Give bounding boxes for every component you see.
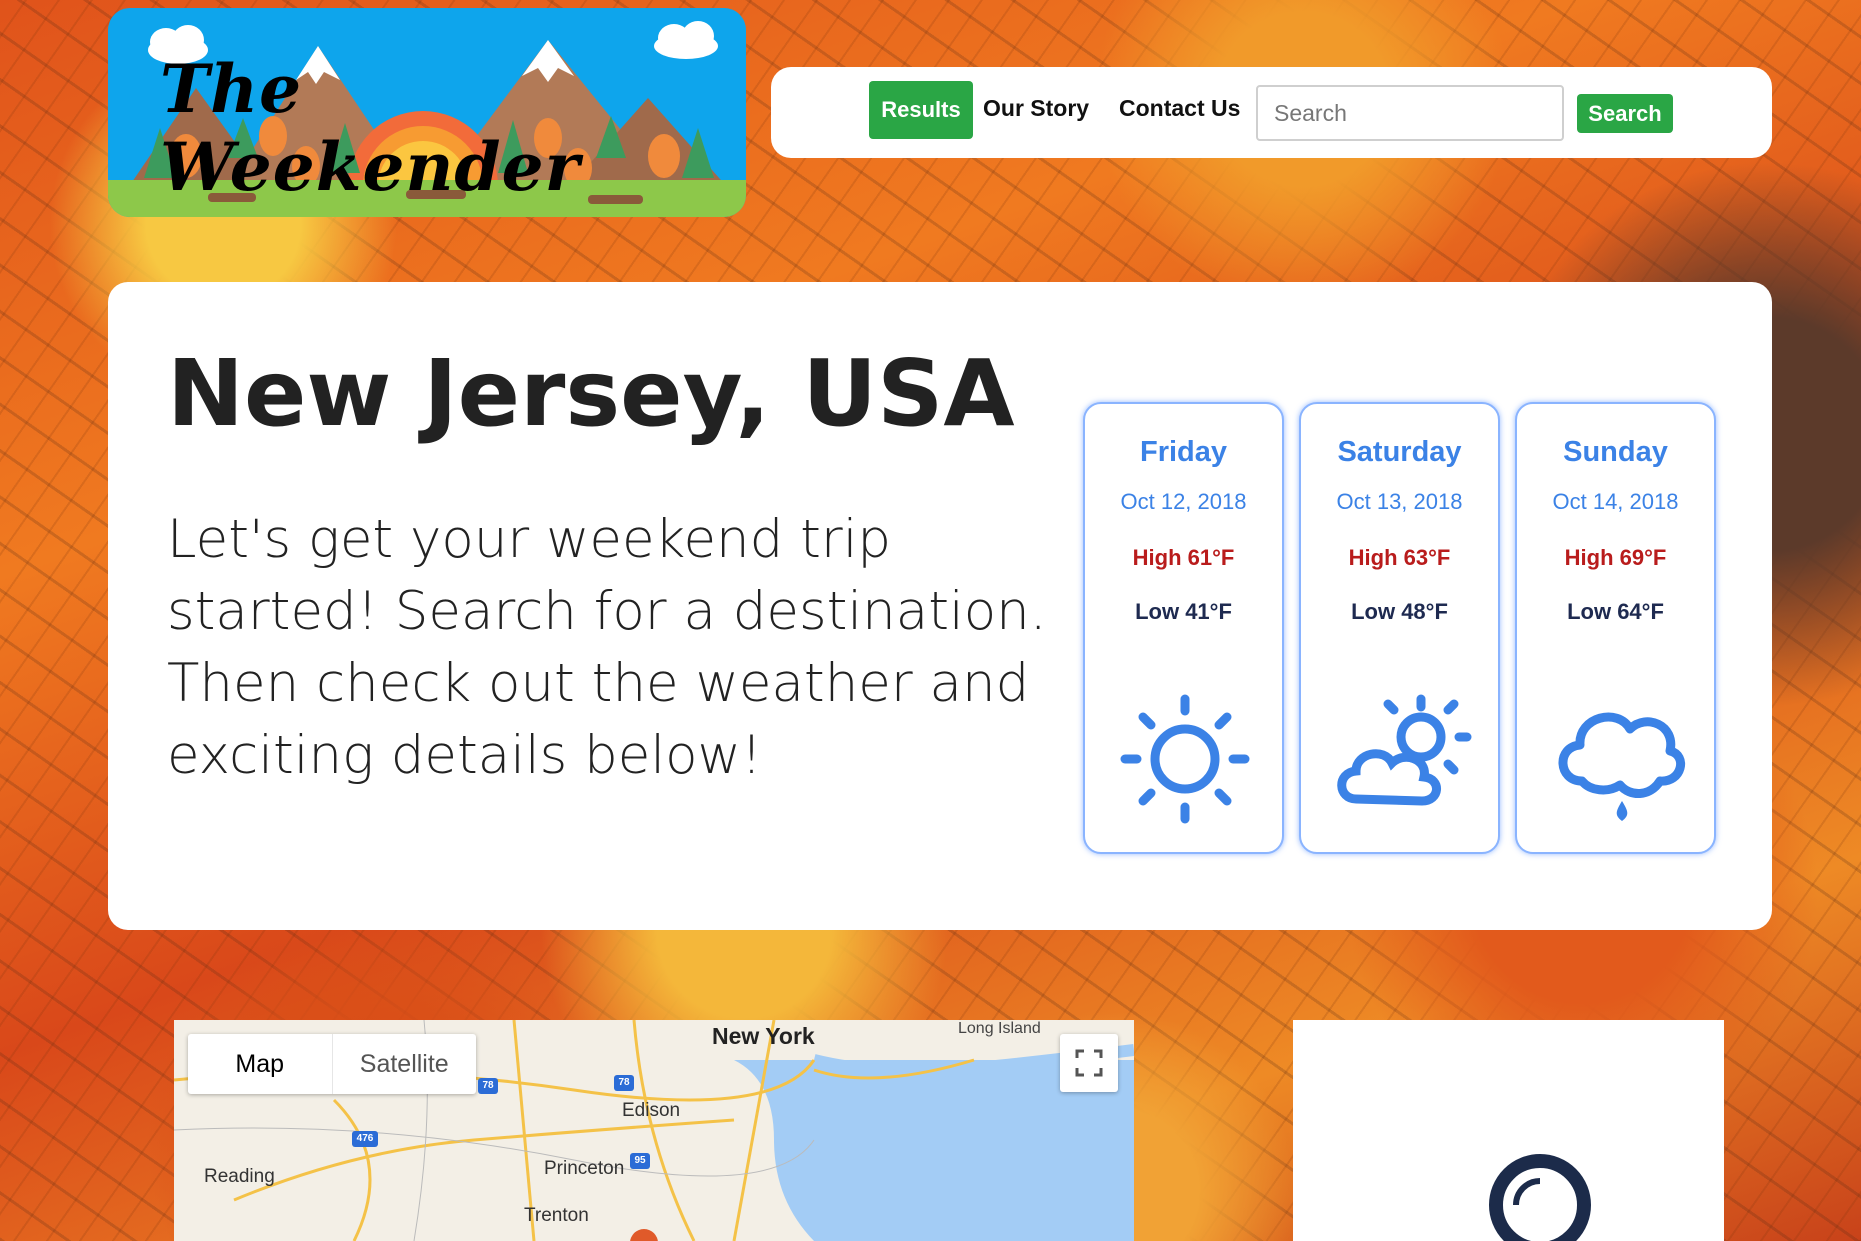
- page-title: New Jersey, USA: [167, 340, 1015, 447]
- fullscreen-icon: [1075, 1049, 1103, 1077]
- map-tab-map[interactable]: Map: [188, 1034, 333, 1094]
- map-label-reading: Reading: [204, 1166, 275, 1187]
- forecast-high: High 69°F: [1564, 545, 1667, 570]
- map-type-toggle: Map Satellite: [188, 1034, 476, 1094]
- logo[interactable]: The Weekender: [108, 8, 746, 217]
- rain-cloud-icon: [1558, 712, 1685, 821]
- hero-description: Let's get your weekend trip started! Sea…: [167, 509, 1047, 786]
- fullscreen-button[interactable]: [1060, 1034, 1118, 1092]
- highway-shield: 78: [478, 1078, 498, 1094]
- results-panel: [1293, 1020, 1724, 1241]
- forecast-date: Oct 12, 2018: [1120, 489, 1247, 514]
- map-label-princeton: Princeton: [544, 1158, 625, 1179]
- search-input[interactable]: [1256, 85, 1564, 141]
- forecast-day: Saturday: [1337, 436, 1462, 468]
- search-button[interactable]: Search: [1577, 94, 1673, 133]
- hero-card: New Jersey, USA Let's get your weekend t…: [108, 282, 1772, 930]
- highway-shield: 95: [630, 1153, 650, 1169]
- nav-results[interactable]: Results: [869, 81, 973, 139]
- map-marker-icon[interactable]: [629, 1228, 659, 1241]
- forecast-low: Low 64°F: [1567, 599, 1664, 624]
- map-label-trenton: Trenton: [524, 1205, 589, 1226]
- forecast-card-friday: Friday Oct 12, 2018 High 61°F Low 41°F: [1083, 402, 1284, 854]
- highway-shield: 78: [614, 1075, 634, 1091]
- forecast-low: Low 48°F: [1351, 599, 1448, 624]
- map-tab-satellite[interactable]: Satellite: [333, 1034, 477, 1094]
- forecast-card-saturday: Saturday Oct 13, 2018 High 63°F Low 48°F: [1299, 402, 1500, 854]
- magnifier-icon: [1489, 1154, 1591, 1241]
- nav-contact-us[interactable]: Contact Us: [1119, 95, 1240, 122]
- forecast-day: Sunday: [1563, 436, 1668, 468]
- map[interactable]: Map Satellite New York Long Island Ediso…: [174, 1020, 1134, 1241]
- navbar: Results Our Story Contact Us Search: [771, 67, 1772, 158]
- forecast-high: High 61°F: [1132, 545, 1235, 570]
- forecast-low: Low 41°F: [1135, 599, 1232, 624]
- forecast-date: Oct 13, 2018: [1336, 489, 1463, 514]
- forecast-date: Oct 14, 2018: [1552, 489, 1679, 514]
- nav-our-story[interactable]: Our Story: [983, 95, 1089, 122]
- forecast-high: High 63°F: [1348, 545, 1451, 570]
- map-label-long-island: Long Island: [958, 1020, 1041, 1037]
- forecast-day: Friday: [1139, 436, 1228, 468]
- forecast-card-sunday: Sunday Oct 14, 2018 High 69°F Low 64°F: [1515, 402, 1716, 854]
- sun-icon: [1120, 694, 1250, 824]
- map-label-edison: Edison: [622, 1100, 681, 1121]
- logo-title: The Weekender: [160, 50, 581, 206]
- partly-cloudy-icon: [1337, 694, 1472, 806]
- highway-shield: 476: [352, 1131, 378, 1147]
- map-label-new-york: New York: [712, 1023, 815, 1049]
